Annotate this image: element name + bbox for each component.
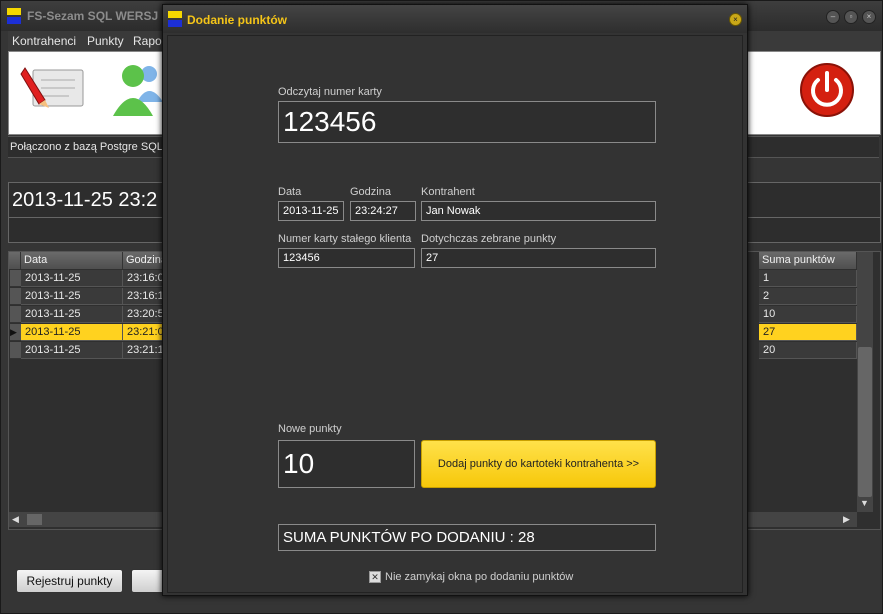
minimize-icon[interactable]: – <box>826 10 840 24</box>
contractor-label: Kontrahent <box>421 186 475 198</box>
sum-after-adding-display: SUMA PUNKTÓW PO DODANIU : 28 <box>278 524 656 551</box>
table-cell-date[interactable]: 2013-11-25 <box>21 270 123 287</box>
table-cell-time[interactable]: 23:20:5 <box>123 306 164 323</box>
selected-row-arrow-icon[interactable]: ▶ <box>10 324 21 341</box>
register-points-button[interactable]: Rejestruj punkty <box>16 569 123 593</box>
row-indicator[interactable] <box>10 342 21 359</box>
dialog-close-icon[interactable]: × <box>729 13 742 26</box>
date-label: Data <box>278 186 302 198</box>
new-points-input[interactable]: 10 <box>278 440 415 488</box>
keep-open-checkbox[interactable]: ✕ <box>369 571 381 583</box>
table-cell-sum[interactable]: 10 <box>759 306 857 323</box>
dialog-title: Dodanie punktów <box>187 13 287 27</box>
dialog-body: Odczytaj numer karty 123456 Data 2013-11… <box>167 35 743 593</box>
table-cell-sum[interactable]: 2 <box>759 288 857 305</box>
table-cell-sum[interactable]: 1 <box>759 270 857 287</box>
row-indicator[interactable] <box>10 288 21 305</box>
loyalty-card-label: Numer karty stałego klienta <box>278 233 412 245</box>
add-points-button[interactable]: Dodaj punkty do kartoteki kontrahenta >> <box>421 440 656 488</box>
scroll-left-icon[interactable]: ◀ <box>12 514 19 525</box>
table-cell-sum[interactable]: 20 <box>759 342 857 359</box>
connection-status: Połączono z bazą Postgre SQL <box>10 141 163 153</box>
power-exit-icon[interactable] <box>799 62 855 118</box>
vertical-scrollbar[interactable]: ▼ <box>857 252 873 512</box>
scroll-down-icon[interactable]: ▼ <box>860 498 869 508</box>
maximize-icon[interactable]: ▫ <box>844 10 858 24</box>
date-field: 2013-11-25 <box>278 201 344 221</box>
table-corner <box>9 252 21 269</box>
collected-points-field: 27 <box>421 248 656 268</box>
column-header-date[interactable]: Data <box>21 252 123 269</box>
column-header-sum[interactable]: Suma punktów <box>759 252 857 269</box>
add-points-dialog: Dodanie punktów × Odczytaj numer karty 1… <box>162 4 748 596</box>
vertical-scroll-thumb[interactable] <box>858 347 872 497</box>
column-header-time[interactable]: Godzina <box>123 252 167 269</box>
time-label: Godzina <box>350 186 391 198</box>
close-icon[interactable]: × <box>862 10 876 24</box>
card-number-input[interactable]: 123456 <box>278 101 656 143</box>
scroll-right-icon[interactable]: ▶ <box>843 514 850 525</box>
table-cell-date[interactable]: 2013-11-25 <box>21 342 123 359</box>
row-indicator[interactable] <box>10 270 21 287</box>
menu-punkty[interactable]: Punkty <box>87 34 124 48</box>
app-logo-icon <box>7 8 23 24</box>
dialog-logo-icon <box>168 11 184 27</box>
current-datetime: 2013-11-25 23:2 <box>12 189 158 211</box>
time-field: 23:24:27 <box>350 201 416 221</box>
main-window-title: FS-Sezam SQL WERSJ <box>27 9 159 23</box>
table-cell-time[interactable]: 23:21:1 <box>123 342 164 359</box>
table-cell-date[interactable]: 2013-11-25 <box>21 324 123 341</box>
collected-points-label: Dotychczas zebrane punkty <box>421 233 557 245</box>
menu-kontrahenci[interactable]: Kontrahenci <box>12 34 76 48</box>
table-cell-date[interactable]: 2013-11-25 <box>21 288 123 305</box>
table-cell-time[interactable]: 23:21:0 <box>123 324 164 341</box>
table-cell-time[interactable]: 23:16:1 <box>123 288 164 305</box>
keep-open-label[interactable]: Nie zamykaj okna po dodaniu punktów <box>385 571 573 583</box>
register-pen-icon[interactable] <box>19 60 89 110</box>
new-points-label: Nowe punkty <box>278 423 342 435</box>
horizontal-scroll-thumb[interactable] <box>27 514 42 525</box>
table-cell-time[interactable]: 23:16:0 <box>123 270 164 287</box>
contractor-field: Jan Nowak <box>421 201 656 221</box>
row-indicator[interactable] <box>10 306 21 323</box>
dialog-title-bar[interactable]: Dodanie punktów × <box>163 5 747 33</box>
table-cell-date[interactable]: 2013-11-25 <box>21 306 123 323</box>
table-cell-sum[interactable]: 27 <box>759 324 857 341</box>
menu-raporty[interactable]: Rapo <box>133 34 162 48</box>
users-icon[interactable] <box>111 60 165 116</box>
loyalty-card-field: 123456 <box>278 248 415 268</box>
card-number-label: Odczytaj numer karty <box>278 86 382 98</box>
